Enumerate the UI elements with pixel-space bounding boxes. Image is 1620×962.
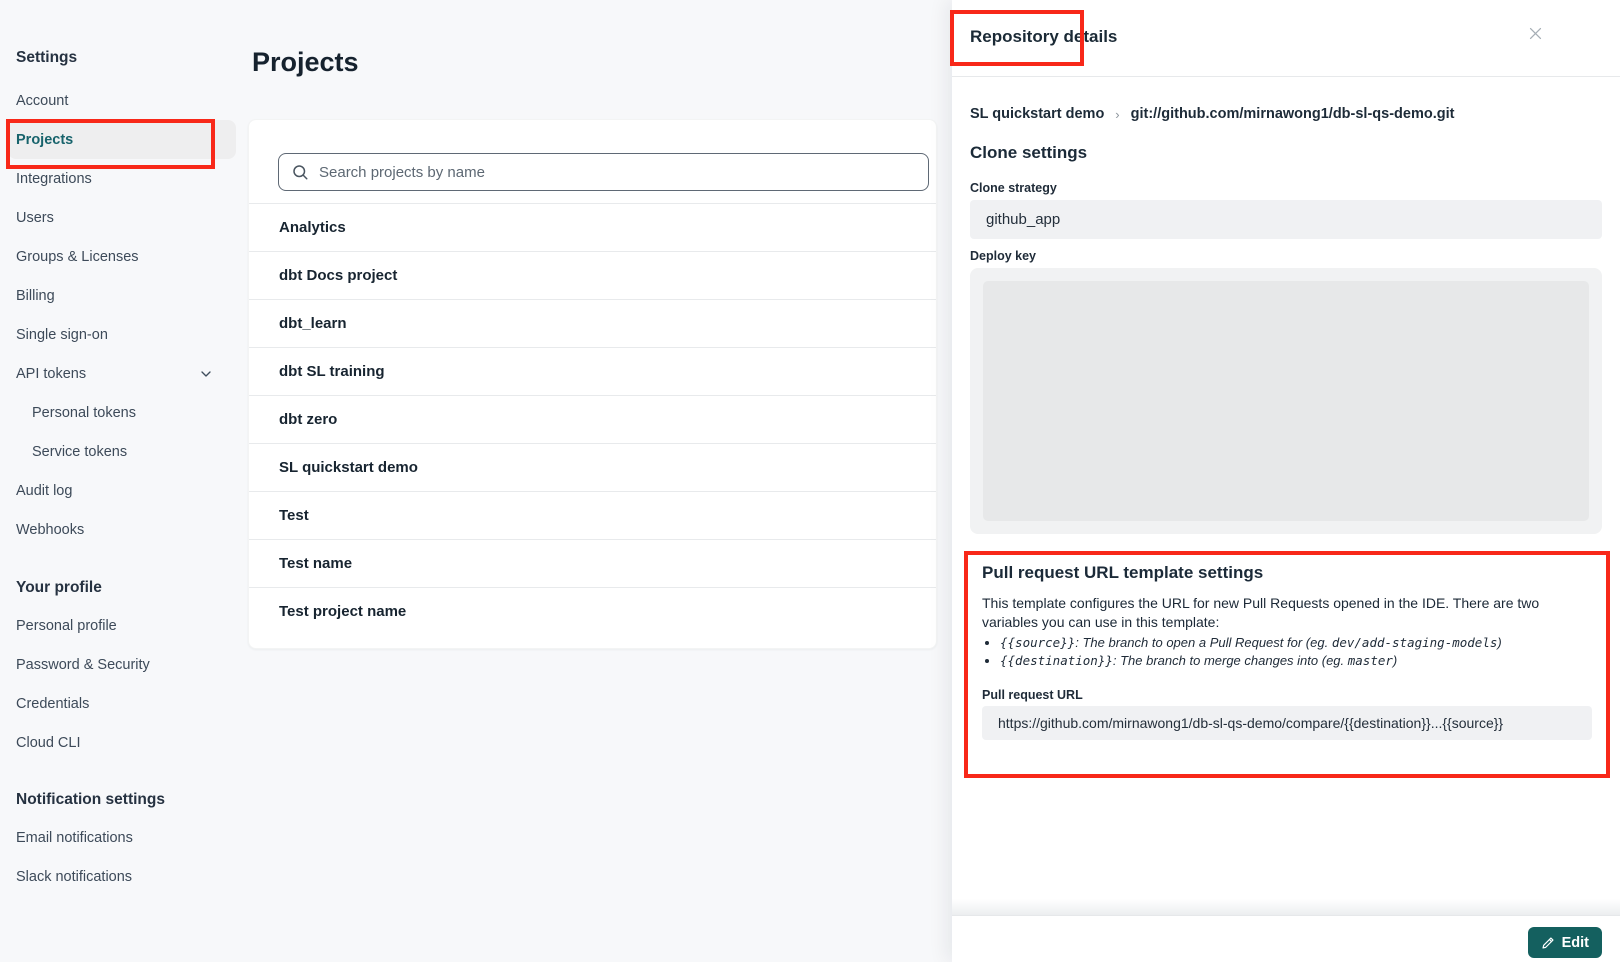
pr-template-description: This template configures the URL for new… — [982, 594, 1588, 632]
sidebar-item-personal-profile[interactable]: Personal profile — [8, 606, 236, 645]
sidebar-item-groups-licenses[interactable]: Groups & Licenses — [8, 237, 236, 276]
repository-details-panel: Repository details SL quickstart demo › … — [952, 0, 1620, 962]
sidebar-item-credentials[interactable]: Credentials — [8, 684, 236, 723]
sidebar-heading-notification-settings: Notification settings — [8, 790, 236, 810]
project-row[interactable]: dbt SL training — [249, 347, 936, 395]
sidebar-item-projects[interactable]: Projects — [8, 120, 236, 159]
project-row[interactable]: dbt Docs project — [249, 251, 936, 299]
pull-request-url-label: Pull request URL — [982, 688, 1083, 702]
sidebar-item-password-security[interactable]: Password & Security — [8, 645, 236, 684]
sidebar-item-account[interactable]: Account — [8, 81, 236, 120]
project-row[interactable]: dbt zero — [249, 395, 936, 443]
edit-button-label: Edit — [1562, 935, 1589, 951]
deploy-key-field — [970, 268, 1602, 534]
sidebar-item-users[interactable]: Users — [8, 198, 236, 237]
sidebar-heading-settings: Settings — [8, 48, 236, 68]
settings-sidebar: Settings Account Projects Integrations U… — [8, 48, 236, 896]
pr-template-variables: {{source}}: The branch to open a Pull Re… — [1000, 634, 1590, 669]
sidebar-item-api-tokens[interactable]: API tokens — [8, 354, 236, 393]
sidebar-item-integrations[interactable]: Integrations — [8, 159, 236, 198]
sidebar-item-personal-tokens[interactable]: Personal tokens — [8, 393, 236, 432]
sidebar-item-audit-log[interactable]: Audit log — [8, 471, 236, 510]
edit-button[interactable]: Edit — [1528, 927, 1602, 958]
breadcrumb-project[interactable]: SL quickstart demo — [970, 106, 1104, 122]
project-row[interactable]: Test name — [249, 539, 936, 587]
app-window: Settings Account Projects Integrations U… — [0, 0, 1620, 962]
panel-title: Repository details — [970, 27, 1117, 47]
page-title: Projects — [252, 47, 359, 78]
sidebar-item-webhooks[interactable]: Webhooks — [8, 510, 236, 549]
breadcrumb-separator-icon: › — [1115, 107, 1119, 122]
project-search — [278, 153, 929, 191]
sidebar-item-single-sign-on[interactable]: Single sign-on — [8, 315, 236, 354]
sidebar-heading-your-profile: Your profile — [8, 578, 236, 598]
clone-settings-heading: Clone settings — [970, 143, 1087, 163]
breadcrumb: SL quickstart demo › git://github.com/mi… — [970, 106, 1454, 122]
search-input[interactable] — [319, 164, 916, 181]
deploy-key-redacted-value — [983, 281, 1589, 521]
project-row[interactable]: Analytics — [249, 203, 936, 251]
scroll-fade — [952, 899, 1620, 915]
pr-template-heading: Pull request URL template settings — [982, 563, 1263, 583]
project-row[interactable]: SL quickstart demo — [249, 443, 936, 491]
panel-header-divider — [952, 76, 1620, 77]
clone-strategy-value: github_app — [970, 200, 1602, 239]
sidebar-item-service-tokens[interactable]: Service tokens — [8, 432, 236, 471]
deploy-key-label: Deploy key — [970, 249, 1036, 263]
projects-card: Analytics dbt Docs project dbt_learn dbt… — [248, 119, 937, 649]
pencil-icon — [1541, 936, 1555, 950]
pull-request-url-value: https://github.com/mirnawong1/db-sl-qs-d… — [982, 706, 1592, 740]
panel-footer: Edit — [952, 915, 1620, 962]
project-row[interactable]: Test — [249, 491, 936, 539]
breadcrumb-repo-url: git://github.com/mirnawong1/db-sl-qs-dem… — [1131, 106, 1455, 122]
close-icon[interactable] — [1527, 25, 1544, 42]
sidebar-item-slack-notifications[interactable]: Slack notifications — [8, 857, 236, 896]
projects-list: Analytics dbt Docs project dbt_learn dbt… — [249, 203, 936, 635]
pr-variable-destination: {{destination}}: The branch to merge cha… — [1000, 652, 1590, 670]
sidebar-item-billing[interactable]: Billing — [8, 276, 236, 315]
chevron-down-icon — [198, 366, 214, 382]
sidebar-item-cloud-cli[interactable]: Cloud CLI — [8, 723, 236, 762]
sidebar-item-email-notifications[interactable]: Email notifications — [8, 818, 236, 857]
clone-strategy-label: Clone strategy — [970, 181, 1057, 195]
search-icon — [291, 163, 309, 181]
pr-variable-source: {{source}}: The branch to open a Pull Re… — [1000, 634, 1590, 652]
project-row[interactable]: dbt_learn — [249, 299, 936, 347]
project-row[interactable]: Test project name — [249, 587, 936, 635]
